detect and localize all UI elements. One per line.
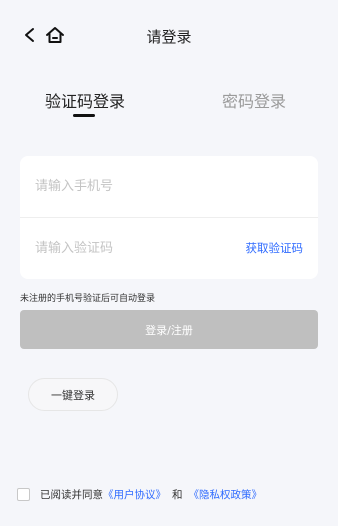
tab-sms-login[interactable]: 验证码登录 <box>45 88 125 112</box>
phone-field <box>20 156 318 218</box>
active-tab-indicator <box>73 114 95 117</box>
login-form-card: 获取验证码 <box>20 156 318 279</box>
page-title: 请登录 <box>146 28 192 46</box>
auto-register-notice: 未注册的手机号验证后可自动登录 <box>20 294 156 304</box>
login-register-button[interactable]: 登录/注册 <box>20 310 318 349</box>
agreement-checkbox[interactable] <box>17 487 30 501</box>
one-key-login-button[interactable]: 一键登录 <box>28 378 118 411</box>
header: 请登录 <box>0 0 338 70</box>
privacy-policy-link[interactable]: 《隐私权政策》 <box>189 487 263 502</box>
agreement-prefix: 已阅读并同意 <box>40 488 103 501</box>
login-tabs: 验证码登录 密码登录 <box>0 88 338 122</box>
phone-input[interactable] <box>35 175 235 197</box>
verification-code-input[interactable] <box>35 237 235 259</box>
agreement-row: 已阅读并同意 《用户协议》 和 《隐私权政策》 <box>17 486 262 502</box>
code-field: 获取验证码 <box>20 218 318 279</box>
user-agreement-link[interactable]: 《用户协议》 <box>103 487 166 502</box>
get-code-button[interactable]: 获取验证码 <box>246 240 304 256</box>
tab-password-login[interactable]: 密码登录 <box>222 88 286 112</box>
agreement-and: 和 <box>172 488 183 501</box>
